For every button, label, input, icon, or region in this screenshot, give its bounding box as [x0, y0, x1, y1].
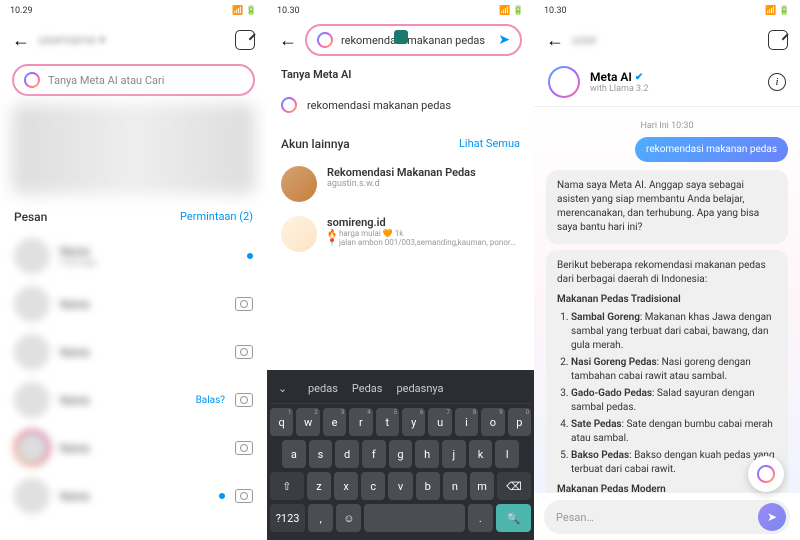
back-icon[interactable]: ←	[279, 30, 297, 51]
back-icon[interactable]: ←	[12, 30, 30, 51]
emoji-key[interactable]: ☺	[336, 504, 361, 532]
account-item[interactable]: Rekomendasi Makanan Pedas agustin.s.w.d	[267, 159, 534, 209]
username: user	[572, 33, 760, 48]
symbols-key[interactable]: ?123	[270, 504, 305, 532]
search-placeholder: Tanya Meta AI atau Cari	[48, 74, 243, 87]
see-all-link[interactable]: Lihat Semua	[459, 137, 520, 151]
status-bar: 10.30 📶 🔋	[534, 0, 800, 22]
status-icons: 📶 🔋	[499, 6, 524, 16]
status-icons: 📶 🔋	[232, 6, 257, 16]
chat-item[interactable]: Name	[0, 424, 267, 472]
message-input-bar[interactable]: Pesan… ➤	[544, 500, 790, 534]
keyboard[interactable]: ⌄ pedas Pedas pedasnya q1w2e3r4t5y6u7i8o…	[267, 370, 534, 540]
ai-message: Nama saya Meta AI. Anggap saya sebagai a…	[546, 170, 788, 244]
chat-item[interactable]: Name	[0, 472, 267, 520]
reply-prompt: Balas?	[196, 395, 225, 406]
camera-icon[interactable]	[235, 441, 253, 455]
info-icon[interactable]: i	[768, 73, 786, 91]
meta-ai-fab[interactable]	[748, 456, 784, 492]
chat-item[interactable]: NameBalas?	[0, 376, 267, 424]
stories-row[interactable]	[12, 104, 255, 194]
section-messages[interactable]: Pesan	[14, 210, 47, 224]
avatar	[281, 166, 317, 202]
camera-icon[interactable]	[235, 489, 253, 503]
send-button[interactable]: ➤	[758, 503, 786, 531]
input-placeholder: Pesan…	[556, 511, 750, 524]
avatar	[281, 216, 317, 252]
timestamp: Hari Ini 10:30	[546, 121, 788, 131]
camera-icon[interactable]	[235, 393, 253, 407]
back-icon[interactable]: ←	[546, 30, 564, 51]
ai-subtitle: with Llama 3.2	[590, 84, 758, 94]
chat-body: Hari Ini 10:30 rekomendasi makanan pedas…	[534, 107, 800, 493]
meta-ai-icon	[281, 97, 297, 113]
chat-item[interactable]: Name	[0, 280, 267, 328]
chat-item[interactable]: Namemessage	[0, 232, 267, 280]
search-input[interactable]: rekomendasi makanan pedas	[341, 34, 490, 47]
accounts-label: Akun lainnya	[281, 137, 350, 151]
suggestion-item[interactable]: rekomendasi makanan pedas	[281, 91, 520, 119]
search-box[interactable]: rekomendasi makanan pedas ➤	[305, 24, 522, 56]
suggest-title: Tanya Meta AI	[281, 68, 520, 81]
spacebar[interactable]	[364, 504, 464, 532]
section-requests[interactable]: Permintaan (2)	[180, 210, 253, 224]
search-box[interactable]: Tanya Meta AI atau Cari	[12, 64, 255, 96]
clock: 10.30	[277, 6, 300, 16]
username[interactable]: username ▾	[38, 33, 227, 48]
meta-ai-avatar	[548, 66, 580, 98]
meta-ai-icon	[24, 72, 40, 88]
drag-handle	[394, 30, 408, 44]
chat-header[interactable]: Meta AI✔ with Llama 3.2 i	[534, 58, 800, 107]
shift-key[interactable]: ⇧	[270, 472, 304, 500]
unread-dot	[247, 253, 253, 259]
search-key[interactable]: 🔍	[496, 504, 531, 532]
status-bar: 10.29 📶 🔋	[0, 0, 267, 22]
user-message: rekomendasi makanan pedas	[635, 137, 788, 162]
camera-icon[interactable]	[235, 345, 253, 359]
status-icons: 📶 🔋	[765, 6, 790, 16]
camera-icon[interactable]	[235, 297, 253, 311]
verified-icon: ✔	[635, 72, 643, 83]
chat-item[interactable]: Name	[0, 328, 267, 376]
compose-icon[interactable]	[235, 30, 255, 50]
meta-ai-icon	[317, 32, 333, 48]
clock: 10.29	[10, 6, 33, 16]
send-icon[interactable]: ➤	[498, 32, 510, 48]
backspace-key[interactable]: ⌫	[497, 472, 531, 500]
compose-icon[interactable]	[768, 30, 788, 50]
ai-message: Berikut beberapa rekomendasi makanan ped…	[546, 250, 788, 493]
unread-dot	[219, 493, 225, 499]
clock: 10.30	[544, 6, 567, 16]
account-item[interactable]: somireng.id 🔥 harga mulai 🧡 1k 📍 jalan a…	[267, 209, 534, 259]
keyboard-suggestions[interactable]: ⌄ pedas Pedas pedasnya	[270, 374, 531, 404]
status-bar: 10.30 📶 🔋	[267, 0, 534, 22]
ai-name: Meta AI	[590, 70, 632, 84]
